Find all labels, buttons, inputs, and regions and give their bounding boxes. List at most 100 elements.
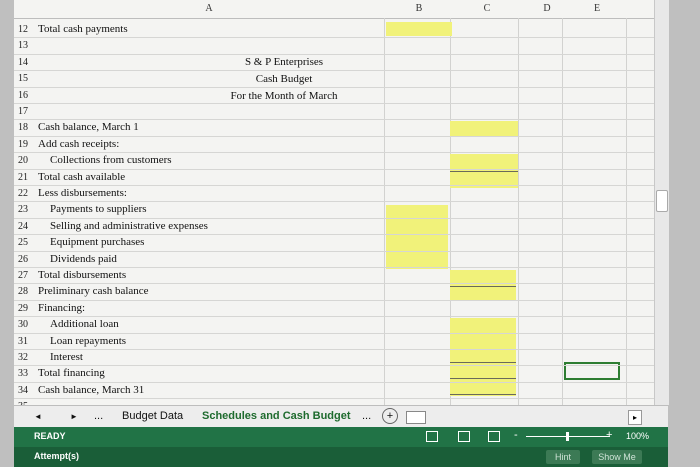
status-bar: READY - + 100%	[14, 427, 668, 447]
report-title: Cash Budget	[255, 73, 313, 85]
input-cell-b12[interactable]	[386, 22, 452, 36]
row-gridline	[14, 119, 654, 121]
row-gridline	[14, 217, 654, 219]
row-gridline	[14, 86, 654, 88]
page-layout-view-icon[interactable]	[458, 431, 470, 442]
zoom-level[interactable]: 100%	[626, 431, 649, 441]
row-number[interactable]: 27	[18, 270, 34, 281]
row-label: Dividends paid	[50, 252, 117, 265]
tab-next-arrow[interactable]: ►	[70, 412, 78, 421]
row-label: Financing:	[38, 301, 86, 314]
column-header-e[interactable]: E	[564, 0, 630, 18]
row-number[interactable]: 22	[18, 188, 34, 199]
row-number[interactable]: 31	[18, 336, 34, 347]
row-number[interactable]: 34	[18, 385, 34, 396]
row-number[interactable]: 21	[18, 172, 34, 183]
row-number[interactable]: 16	[18, 90, 34, 101]
row-gridline	[14, 332, 654, 334]
row-number[interactable]: 26	[18, 254, 34, 265]
row-gridline	[14, 267, 654, 268]
row-number[interactable]: 29	[18, 303, 34, 314]
tab-schedules-cash-budget[interactable]: Schedules and Cash Budget	[202, 410, 351, 422]
row-label: Cash balance, March 1	[38, 121, 139, 134]
row-gridline	[14, 349, 654, 350]
zoom-in-button[interactable]: +	[606, 429, 612, 441]
column-header-b[interactable]: B	[384, 0, 454, 18]
input-cell-c30-34[interactable]	[450, 318, 516, 396]
input-cell-c18[interactable]	[450, 121, 518, 136]
column-header-a[interactable]: A	[114, 0, 304, 18]
row-gridline	[14, 299, 654, 301]
vertical-scrollbar[interactable]	[654, 0, 669, 405]
attempt-bar: Attempt(s) Hint Show Me	[14, 447, 668, 467]
row-label: Additional loan	[50, 318, 119, 331]
row-label: Payments to suppliers	[50, 203, 147, 216]
page-break-view-icon[interactable]	[488, 431, 500, 442]
row-number[interactable]: 15	[18, 73, 34, 84]
row-number[interactable]: 30	[18, 319, 34, 330]
tab-budget-data[interactable]: Budget Data	[122, 410, 183, 422]
row-number[interactable]: 24	[18, 221, 34, 232]
row-gridline	[14, 103, 654, 104]
row-label: Cash balance, March 31	[38, 383, 145, 396]
row-number[interactable]: 19	[18, 139, 34, 150]
row-number[interactable]: 18	[18, 122, 34, 133]
tab-prev-arrow[interactable]: ◄	[34, 412, 42, 421]
row-number[interactable]: 12	[18, 24, 34, 35]
row-label: Less disbursements:	[38, 187, 127, 199]
input-cell-b23-26[interactable]	[386, 205, 448, 269]
hint-button[interactable]: Hint	[546, 450, 580, 464]
row-gridline	[14, 398, 654, 400]
spreadsheet-grid[interactable]: A B C D E 12 Total cash payments 13 14 15 16 1…	[14, 0, 654, 405]
row-gridline	[14, 234, 654, 236]
row-gridline	[14, 152, 654, 154]
row-gridline	[14, 381, 654, 383]
row-label: Interest	[50, 351, 83, 363]
row-label: Total disbursements	[38, 269, 127, 281]
row-number[interactable]: 17	[18, 106, 34, 117]
row-gridline	[14, 201, 654, 203]
row-label: Preliminary cash balance	[38, 285, 149, 298]
row-label: Total cash available	[38, 170, 126, 183]
row-label: Total financing	[38, 367, 105, 380]
row-number[interactable]: 14	[18, 57, 34, 68]
row-number[interactable]: 23	[18, 204, 34, 215]
company-title: S & P Enterprises	[244, 56, 324, 68]
row-number[interactable]: 25	[18, 237, 34, 248]
row-gridline	[14, 135, 654, 137]
tab-scroll-box[interactable]	[406, 411, 426, 424]
zoom-slider-thumb[interactable]	[566, 432, 569, 441]
row-number[interactable]: 32	[18, 352, 34, 363]
row-gridline	[14, 37, 654, 39]
row-gridline	[14, 365, 654, 367]
row-gridline	[14, 283, 654, 285]
row-number[interactable]: 13	[18, 40, 34, 51]
scrollbar-thumb[interactable]	[656, 190, 668, 212]
row-label: Selling and administrative expenses	[50, 219, 208, 232]
row-gridline	[14, 70, 654, 72]
period-title: For the Month of March	[230, 90, 338, 102]
row-label: Add cash receipts:	[38, 137, 120, 150]
add-sheet-button[interactable]: +	[382, 408, 398, 424]
column-header-c[interactable]: C	[454, 0, 520, 18]
row-number[interactable]: 33	[18, 368, 34, 379]
row-label: Collections from customers	[50, 154, 172, 167]
row-number[interactable]: 20	[18, 155, 34, 166]
horizontal-scroll-right-icon[interactable]: ▸	[628, 410, 642, 425]
show-me-button[interactable]: Show Me	[592, 450, 642, 464]
zoom-out-button[interactable]: -	[514, 429, 518, 441]
attempt-label: Attempt(s)	[34, 451, 79, 461]
row-label: Equipment purchases	[50, 236, 145, 249]
row-gridline	[14, 168, 654, 170]
row-gridline	[14, 53, 654, 55]
sheet-tab-bar: ◄ ► ... Budget Data Schedules and Cash B…	[14, 405, 668, 428]
input-cell-c27[interactable]	[450, 270, 516, 300]
normal-view-icon[interactable]	[426, 431, 438, 442]
row-label: Total cash payments	[38, 23, 128, 35]
row-number[interactable]: 28	[18, 286, 34, 297]
tab-more-right[interactable]: ...	[362, 410, 371, 422]
row-gridline	[14, 185, 654, 186]
status-ready: READY	[34, 431, 66, 441]
row-gridline	[14, 250, 654, 252]
tab-more-left[interactable]: ...	[94, 410, 103, 422]
